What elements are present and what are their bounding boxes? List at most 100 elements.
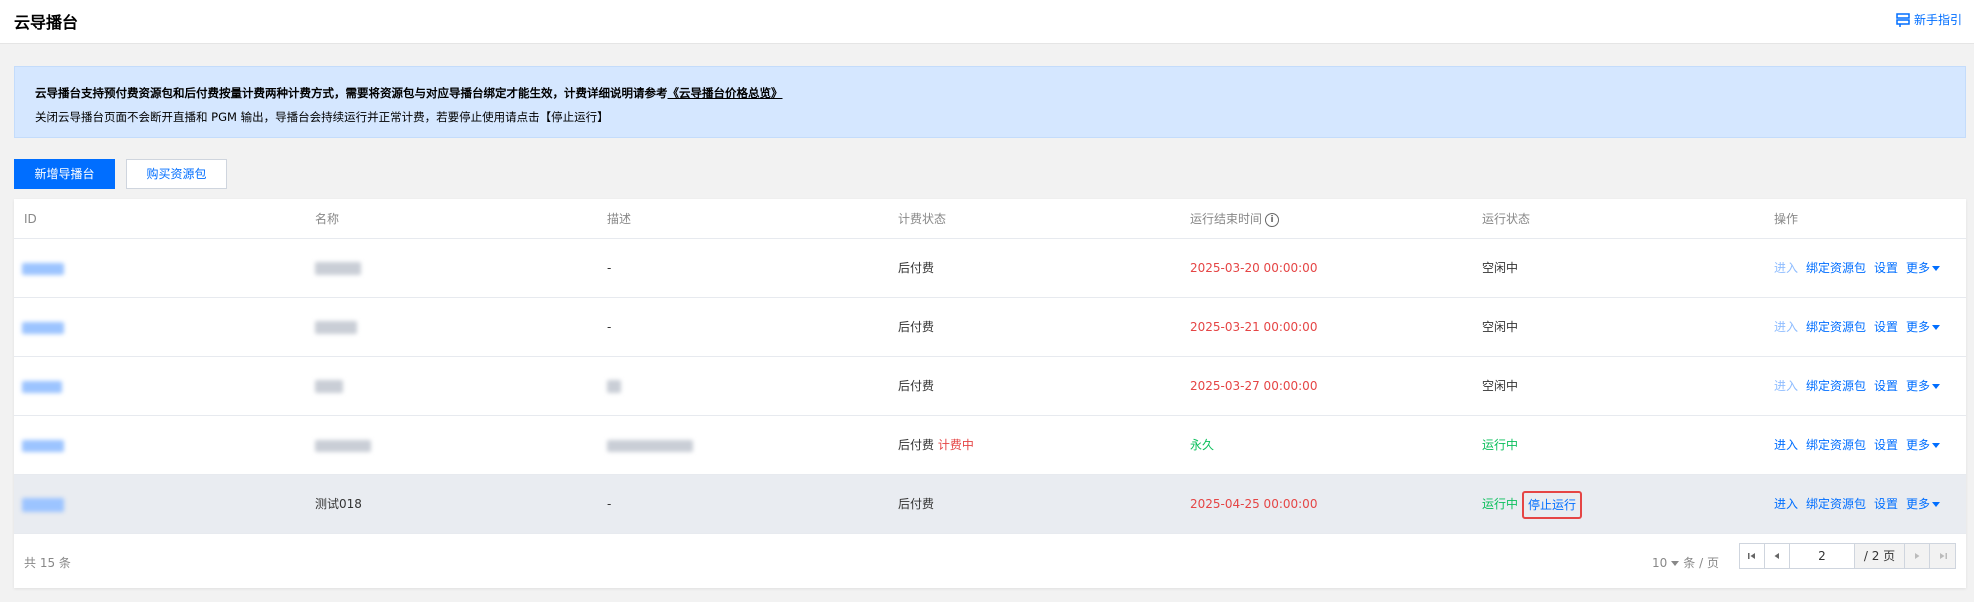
pagination: / 2 页	[1739, 543, 1956, 569]
page-size-select[interactable]: 10 条 / 页	[1652, 554, 1719, 571]
row-name	[315, 298, 357, 356]
more-menu[interactable]: 更多	[1906, 438, 1941, 452]
row-status: 运行中	[1482, 497, 1519, 511]
table-header: ID 名称 描述 计费状态 运行结束时间 i 运行状态 操作	[14, 199, 1966, 239]
row-end-time: 2025-03-20 00:00:00	[1190, 261, 1318, 275]
column-header-ops: 操作	[1774, 212, 1799, 226]
enter-link[interactable]: 进入	[1774, 497, 1798, 511]
row-id[interactable]	[22, 416, 64, 474]
column-header-desc: 描述	[607, 212, 632, 226]
next-page-icon	[1915, 553, 1920, 559]
enter-link[interactable]: 进入	[1774, 261, 1798, 275]
guide-icon	[1896, 12, 1910, 27]
bind-package-link[interactable]: 绑定资源包	[1806, 320, 1866, 334]
page-size-unit: 条 / 页	[1683, 556, 1719, 570]
first-page-button[interactable]	[1740, 544, 1765, 568]
row-end-time: 2025-03-21 00:00:00	[1190, 320, 1318, 334]
chevron-down-icon	[1932, 443, 1941, 448]
settings-link[interactable]: 设置	[1874, 320, 1898, 334]
row-status: 空闲中	[1482, 261, 1519, 275]
column-header-billing: 计费状态	[898, 212, 947, 226]
create-button[interactable]: 新增导播台	[14, 159, 115, 189]
row-id[interactable]	[22, 475, 64, 533]
stop-running-button[interactable]: 停止运行	[1522, 490, 1583, 519]
chevron-down-icon	[1932, 325, 1941, 330]
page-size-value: 10	[1652, 556, 1668, 570]
column-header-end-time-label: 运行结束时间	[1190, 212, 1263, 226]
column-header-end-time: 运行结束时间 i	[1190, 199, 1280, 239]
more-label: 更多	[1906, 497, 1931, 511]
enter-link[interactable]: 进入	[1774, 320, 1798, 334]
row-name: 测试018	[315, 497, 362, 511]
more-menu[interactable]: 更多	[1906, 320, 1941, 334]
bind-package-link[interactable]: 绑定资源包	[1806, 497, 1866, 511]
prev-page-button[interactable]	[1765, 544, 1790, 568]
enter-link[interactable]: 进入	[1774, 438, 1798, 452]
chevron-down-icon	[1671, 561, 1680, 566]
row-id[interactable]	[22, 357, 62, 415]
row-name	[315, 416, 371, 474]
prev-page-icon	[1774, 553, 1779, 559]
billing-type: 后付费	[898, 438, 935, 452]
row-desc	[607, 416, 693, 474]
bind-package-link[interactable]: 绑定资源包	[1806, 438, 1866, 452]
bind-package-link[interactable]: 绑定资源包	[1806, 261, 1866, 275]
table-row: 测试018 - 后付费 2025-04-25 00:00:00 运行中 停止运行 …	[14, 475, 1966, 534]
table-row: 后付费 计费中 永久 运行中 进入 绑定资源包 设置 更多	[14, 416, 1966, 475]
info-icon[interactable]: i	[1265, 212, 1280, 227]
row-end-time: 2025-03-27 00:00:00	[1190, 379, 1318, 393]
row-end-time: 2025-04-25 00:00:00	[1190, 497, 1318, 511]
more-menu[interactable]: 更多	[1906, 379, 1941, 393]
row-ops: 进入 绑定资源包 设置 更多	[1774, 475, 1948, 533]
row-id[interactable]	[22, 239, 64, 297]
director-table: ID 名称 描述 计费状态 运行结束时间 i 运行状态 操作 - 后付费 2025…	[14, 199, 1966, 588]
last-page-icon	[1939, 553, 1947, 559]
total-count: 共 15 条	[24, 556, 71, 570]
row-desc	[607, 357, 621, 415]
more-label: 更多	[1906, 438, 1931, 452]
more-menu[interactable]: 更多	[1906, 497, 1941, 511]
row-name	[315, 239, 361, 297]
row-status: 空闲中	[1482, 320, 1519, 334]
row-desc: -	[607, 261, 612, 275]
row-name	[315, 357, 343, 415]
row-billing: 后付费	[898, 320, 935, 334]
table-footer: 共 15 条 10 条 / 页 / 2 页	[14, 534, 1966, 588]
notice-line-1: 云导播台支持预付费资源包和后付费按量计费两种计费方式，需要将资源包与对应导播台绑…	[35, 81, 1945, 105]
pricing-link[interactable]: 《云导播台价格总览》	[668, 86, 783, 100]
more-menu[interactable]: 更多	[1906, 261, 1941, 275]
settings-link[interactable]: 设置	[1874, 497, 1898, 511]
row-billing: 后付费	[898, 261, 935, 275]
page-number-input[interactable]	[1790, 544, 1855, 568]
row-billing: 后付费	[898, 497, 935, 511]
last-page-button[interactable]	[1930, 544, 1955, 568]
buy-package-button[interactable]: 购买资源包	[126, 159, 227, 189]
settings-link[interactable]: 设置	[1874, 261, 1898, 275]
notice-banner: 云导播台支持预付费资源包和后付费按量计费两种计费方式，需要将资源包与对应导播台绑…	[14, 66, 1966, 138]
column-header-status: 运行状态	[1482, 212, 1531, 226]
chevron-down-icon	[1932, 266, 1941, 271]
guide-link[interactable]: 新手指引	[1896, 11, 1962, 28]
guide-label: 新手指引	[1913, 13, 1962, 27]
column-header-id: ID	[24, 212, 37, 226]
settings-link[interactable]: 设置	[1874, 379, 1898, 393]
row-status-cell: 运行中 停止运行	[1482, 475, 1583, 533]
notice-line-1-text: 云导播台支持预付费资源包和后付费按量计费两种计费方式，需要将资源包与对应导播台绑…	[35, 86, 668, 100]
total-pages: / 2 页	[1855, 544, 1905, 568]
column-header-name: 名称	[315, 212, 340, 226]
chevron-down-icon	[1932, 502, 1941, 507]
enter-link[interactable]: 进入	[1774, 379, 1798, 393]
row-ops: 进入 绑定资源包 设置 更多	[1774, 416, 1948, 474]
row-desc: -	[607, 320, 612, 334]
row-ops: 进入 绑定资源包 设置 更多	[1774, 298, 1948, 356]
row-end-time: 永久	[1190, 438, 1215, 452]
next-page-button[interactable]	[1905, 544, 1930, 568]
settings-link[interactable]: 设置	[1874, 438, 1898, 452]
row-id[interactable]	[22, 298, 64, 356]
table-row: - 后付费 2025-03-21 00:00:00 空闲中 进入 绑定资源包 设置更…	[14, 298, 1966, 357]
billing-active-badge: 计费中	[937, 438, 974, 452]
page-title: 云导播台	[14, 13, 79, 32]
bind-package-link[interactable]: 绑定资源包	[1806, 379, 1866, 393]
row-ops: 进入 绑定资源包 设置 更多	[1774, 357, 1948, 415]
row-desc: -	[607, 497, 612, 511]
